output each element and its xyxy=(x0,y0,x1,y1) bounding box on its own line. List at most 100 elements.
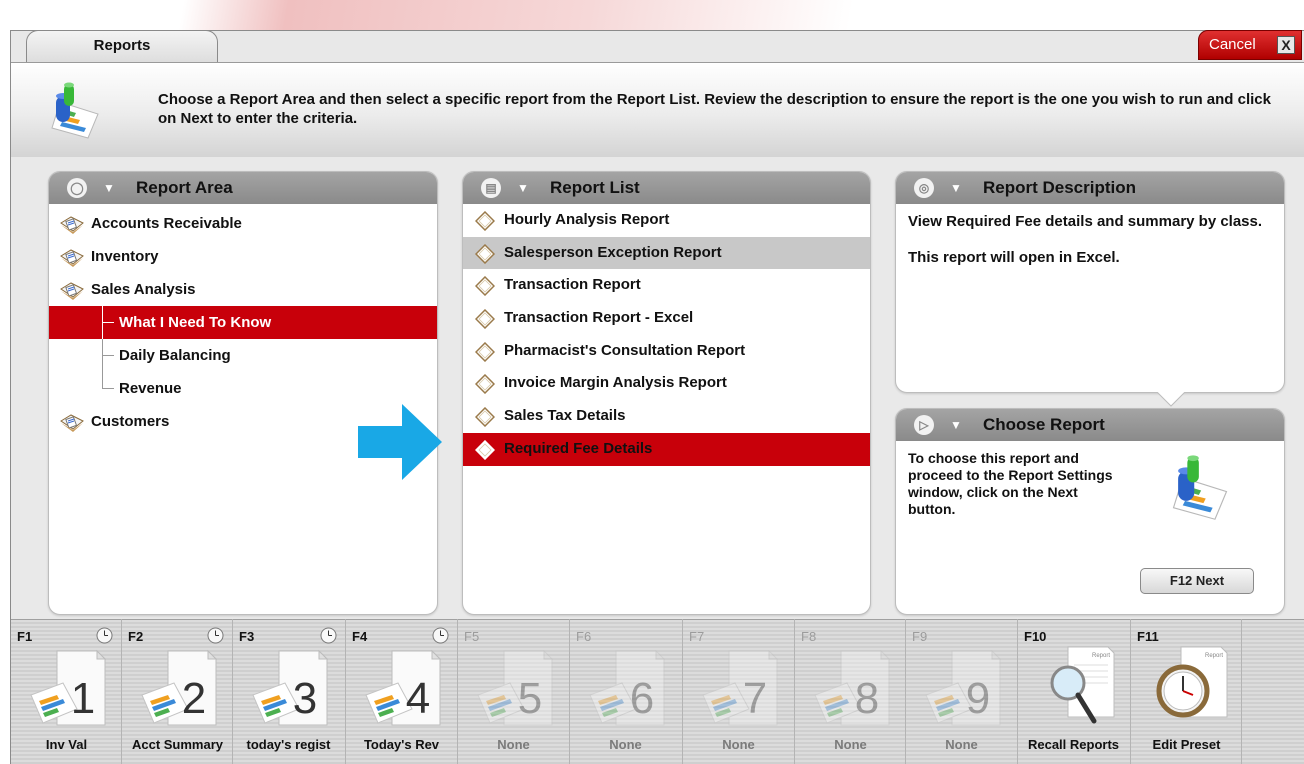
fkey-code: F1 xyxy=(17,629,33,644)
report-number-icon: 7 xyxy=(699,643,783,729)
fkey-label: Edit Preset xyxy=(1152,737,1221,752)
report-number-icon: 2 xyxy=(138,643,222,729)
report-number-icon: 8 xyxy=(811,643,895,729)
clock-icon[interactable] xyxy=(320,627,337,644)
callout-pointer xyxy=(1157,392,1185,407)
tree-connector xyxy=(102,388,114,389)
tree-item-label: Customers xyxy=(91,413,170,430)
tree-item-label: Accounts Receivable xyxy=(91,215,242,232)
fkey-label: Inv Val xyxy=(45,737,88,752)
clock-icon[interactable] xyxy=(207,627,224,644)
tree-connector xyxy=(102,355,114,356)
fkey-f10[interactable]: F10 Report Recall Reports xyxy=(1018,619,1131,764)
report-diamond-icon xyxy=(474,309,496,330)
magnifier-report-icon: Report xyxy=(1034,643,1118,729)
chevron-down-icon[interactable]: ▼ xyxy=(517,172,529,204)
report-list-item-label: Required Fee Details xyxy=(504,439,653,457)
close-icon[interactable]: X xyxy=(1277,36,1295,54)
report-description-panel: ◎ ▼ Report Description View Required Fee… xyxy=(895,171,1285,393)
report-list-item-label: Sales Tax Details xyxy=(504,407,626,425)
fkey-f8: F8 8 None xyxy=(795,619,906,764)
fkey-label: today's regist xyxy=(246,737,331,752)
report-list: Hourly Analysis Report Salesperson Except… xyxy=(463,204,870,466)
svg-text:Report: Report xyxy=(1205,653,1223,659)
tree-item[interactable]: Accounts Receivable xyxy=(49,207,437,240)
clock-report-icon: Report xyxy=(1147,643,1231,729)
fkey-f1[interactable]: F1 1 Inv Val xyxy=(11,619,122,764)
report-list-item-label: Invoice Margin Analysis Report xyxy=(504,374,727,392)
fkey-label: Recall Reports xyxy=(1027,737,1120,752)
svg-text:2: 2 xyxy=(182,674,206,723)
chevron-down-icon[interactable]: ▼ xyxy=(950,409,962,441)
tree-subitem[interactable]: Daily Balancing xyxy=(49,339,437,372)
reports-chart-icon xyxy=(51,82,99,139)
report-list-title: Report List xyxy=(550,178,640,197)
report-list-item[interactable]: Hourly Analysis Report xyxy=(463,204,870,237)
next-button[interactable]: F12 Next xyxy=(1140,568,1254,594)
report-folder-icon xyxy=(59,280,85,300)
fkey-code: F7 xyxy=(689,629,705,644)
report-description-header: ◎ ▼ Report Description xyxy=(896,172,1284,204)
tree-subitem[interactable]: Revenue xyxy=(49,372,437,405)
report-diamond-icon xyxy=(474,341,496,362)
fkey-f11[interactable]: F11 Report Edit Preset xyxy=(1131,619,1242,764)
report-number-icon: 6 xyxy=(586,643,670,729)
tree-item-label: Inventory xyxy=(91,248,159,265)
fkey-code: F5 xyxy=(464,629,480,644)
reports-chart-icon xyxy=(1172,455,1228,520)
report-number-icon: 3 xyxy=(249,643,333,729)
fkey-f2[interactable]: F2 2 Acct Summary xyxy=(122,619,233,764)
report-list-item[interactable]: Transaction Report - Excel xyxy=(463,302,870,335)
play-icon: ▷ xyxy=(914,415,934,435)
fkey-code: F10 xyxy=(1024,629,1047,644)
clock-icon[interactable] xyxy=(96,627,113,644)
svg-text:6: 6 xyxy=(630,674,654,723)
chevron-down-icon[interactable]: ▼ xyxy=(950,172,962,204)
fkey-f4[interactable]: F4 4 Today's Rev xyxy=(346,619,458,764)
report-number-icon: 4 xyxy=(362,643,446,729)
tree-item[interactable]: Sales Analysis xyxy=(49,273,437,306)
report-diamond-icon xyxy=(474,276,496,297)
fkey-code: F9 xyxy=(912,629,928,644)
fkey-f3[interactable]: F3 3 today's regist xyxy=(233,619,346,764)
tree-item[interactable]: Inventory xyxy=(49,240,437,273)
cancel-button[interactable]: Cancel X xyxy=(1198,30,1302,60)
report-list-item[interactable]: Sales Tax Details xyxy=(463,400,870,433)
report-list-panel: ▤ ▼ Report List Hourly Analysis Report Sa… xyxy=(462,171,871,615)
description-line: View Required Fee details and summary by… xyxy=(908,213,1263,230)
report-area-header: ◯ ▼ Report Area xyxy=(49,172,437,204)
instructions-text: Choose a Report Area and then select a s… xyxy=(158,91,1271,127)
report-area-tree: Accounts Receivable Inventory Sales Analys… xyxy=(49,204,437,438)
report-number-icon: 1 xyxy=(27,643,111,729)
report-list-item[interactable]: Invoice Margin Analysis Report xyxy=(463,367,870,400)
clock-icon[interactable] xyxy=(432,627,449,644)
report-description-text: View Required Fee details and summary by… xyxy=(896,204,1284,276)
tree-subitem[interactable]: What I Need To Know xyxy=(49,306,437,339)
arrow-right-icon xyxy=(358,404,442,480)
svg-text:3: 3 xyxy=(293,674,317,723)
fkey-code: F8 xyxy=(801,629,817,644)
window-tab-title: Reports xyxy=(26,30,218,64)
report-area-title: Report Area xyxy=(136,178,233,197)
report-folder-icon xyxy=(59,214,85,234)
fkey-code: F2 xyxy=(128,629,144,644)
list-icon: ▤ xyxy=(481,178,501,198)
fkey-label: None xyxy=(834,737,867,752)
report-list-item[interactable]: Pharmacist's Consultation Report xyxy=(463,335,870,368)
report-list-item-label: Pharmacist's Consultation Report xyxy=(504,341,746,359)
tree-item-label: Sales Analysis xyxy=(91,281,196,298)
report-list-item[interactable]: Salesperson Exception Report xyxy=(463,236,870,270)
report-list-item[interactable]: Transaction Report xyxy=(463,269,870,302)
report-list-item[interactable]: Required Fee Details xyxy=(463,432,870,466)
choose-report-header: ▷ ▼ Choose Report xyxy=(896,409,1284,441)
svg-text:1: 1 xyxy=(71,674,95,723)
fkey-f6: F6 6 None xyxy=(570,619,683,764)
report-folder-icon xyxy=(59,412,85,432)
fkey-f9: F9 9 None xyxy=(906,619,1018,764)
fkey-label: None xyxy=(497,737,530,752)
chevron-down-icon[interactable]: ▼ xyxy=(103,172,115,204)
svg-text:5: 5 xyxy=(518,674,542,723)
report-description-title: Report Description xyxy=(983,178,1137,197)
tree-connector xyxy=(102,372,103,389)
fkey-code: F11 xyxy=(1137,629,1159,644)
